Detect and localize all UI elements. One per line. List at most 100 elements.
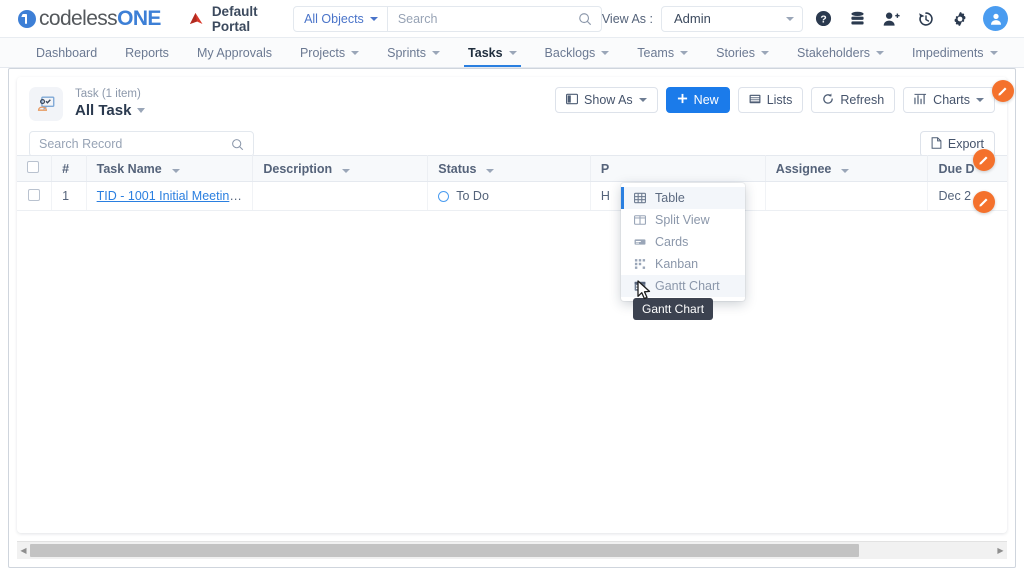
avatar[interactable]	[983, 6, 1008, 31]
edit-export-fab[interactable]	[973, 191, 995, 213]
scroll-left-arrow-icon[interactable]: ◀	[17, 547, 30, 555]
table-header-row: # Task Name Description Status P Assigne…	[17, 156, 1007, 182]
search-record-input[interactable]	[30, 132, 231, 156]
nav-item-user-profiles[interactable]: User Profiles	[1012, 38, 1024, 67]
sort-caret-icon[interactable]	[342, 169, 350, 173]
refresh-button[interactable]: Refresh	[811, 87, 895, 113]
scrollbar-thumb[interactable]	[30, 544, 859, 557]
column-header-num[interactable]: #	[52, 156, 87, 182]
chevron-down-icon	[351, 51, 359, 55]
scrollbar-track[interactable]	[30, 544, 994, 557]
task-table-wrap[interactable]: # Task Name Description Status P Assigne…	[17, 155, 1007, 533]
history-icon[interactable]	[912, 5, 939, 32]
chevron-down-icon	[370, 17, 378, 21]
col-label: Assignee	[776, 162, 832, 176]
edit-page-fab[interactable]	[992, 80, 1014, 102]
row-number: 1	[52, 182, 87, 211]
chevron-down-icon	[509, 51, 517, 55]
help-icon[interactable]: ?	[810, 5, 837, 32]
nav-item-dashboard[interactable]: Dashboard	[22, 38, 111, 67]
edit-card-fab[interactable]	[973, 149, 995, 171]
main-navigation: Dashboard Reports My Approvals Projects …	[0, 38, 1024, 68]
card-title-block: Task (1 item) All Task	[75, 87, 145, 120]
row-task-name-cell: TID - 1001 Initial Meeting wit...	[86, 182, 253, 211]
table-row[interactable]: 1 TID - 1001 Initial Meeting wit... To D…	[17, 182, 1007, 211]
plus-icon	[677, 93, 688, 107]
row-description	[253, 182, 428, 211]
nav-item-tasks[interactable]: Tasks	[454, 38, 531, 67]
gear-icon[interactable]	[946, 5, 973, 32]
task-name-link[interactable]: TID - 1001 Initial Meeting wit...	[97, 189, 253, 203]
status-badge: To Do	[456, 189, 489, 203]
lists-label: Lists	[767, 93, 793, 107]
menu-item-label: Table	[655, 191, 685, 205]
nav-label: Backlogs	[545, 46, 596, 60]
view-as-select[interactable]: Admin	[661, 6, 803, 32]
global-search: All Objects	[293, 6, 602, 32]
nav-item-projects[interactable]: Projects	[286, 38, 373, 67]
svg-text:?: ?	[820, 14, 826, 25]
sort-caret-icon[interactable]	[841, 169, 849, 173]
sort-caret-icon[interactable]	[486, 169, 494, 173]
export-label: Export	[948, 137, 984, 151]
sort-caret-icon[interactable]	[172, 169, 180, 173]
menu-item-kanban[interactable]: Kanban	[621, 253, 745, 275]
nav-item-backlogs[interactable]: Backlogs	[531, 38, 624, 67]
chevron-down-icon	[876, 51, 884, 55]
status-circle-icon	[438, 191, 449, 202]
nav-item-impediments[interactable]: Impediments	[898, 38, 1012, 67]
card-header: Task (1 item) All Task Show As	[17, 77, 1007, 121]
portal-selector[interactable]: Default Portal	[187, 4, 259, 34]
topbar-right: View As : Admin ?	[602, 5, 1012, 32]
menu-item-cards[interactable]: Cards	[621, 231, 745, 253]
portal-triangle-icon	[187, 12, 204, 26]
column-header-assignee[interactable]: Assignee	[765, 156, 928, 182]
menu-item-split-view[interactable]: Split View	[621, 209, 745, 231]
nav-label: Stakeholders	[797, 46, 870, 60]
logo-text-codeless: codeless	[39, 7, 117, 30]
view-as-value: Admin	[674, 11, 711, 26]
column-header-status[interactable]: Status	[428, 156, 591, 182]
nav-item-reports[interactable]: Reports	[111, 38, 183, 67]
nav-label: Projects	[300, 46, 345, 60]
scroll-right-arrow-icon[interactable]: ▶	[994, 547, 1007, 555]
nav-item-sprints[interactable]: Sprints	[373, 38, 454, 67]
nav-item-stories[interactable]: Stories	[702, 38, 783, 67]
chevron-down-icon	[639, 98, 647, 102]
database-icon[interactable]	[844, 5, 871, 32]
select-all-checkbox[interactable]	[27, 161, 39, 173]
column-header-priority[interactable]: P	[590, 156, 765, 182]
card-subheader: Export	[17, 121, 1007, 157]
horizontal-scrollbar[interactable]: ◀ ▶	[17, 541, 1007, 559]
object-filter-dropdown[interactable]: All Objects	[294, 7, 388, 31]
search-icon[interactable]	[569, 12, 601, 26]
view-selector[interactable]: All Task	[75, 101, 145, 120]
app-logo[interactable]: codelessONE	[18, 7, 161, 31]
column-header-due-date[interactable]: Due D	[928, 156, 1007, 182]
chevron-down-icon	[601, 51, 609, 55]
charts-button[interactable]: Charts	[903, 87, 995, 113]
search-input[interactable]	[388, 7, 569, 31]
search-record-field	[29, 131, 254, 157]
top-bar: codelessONE Default Portal All Objects V…	[0, 0, 1024, 38]
row-checkbox[interactable]	[28, 189, 40, 201]
select-all-header	[17, 156, 52, 182]
add-user-icon[interactable]	[878, 5, 905, 32]
chevron-down-icon	[432, 51, 440, 55]
lists-button[interactable]: Lists	[738, 87, 804, 113]
nav-item-my-approvals[interactable]: My Approvals	[183, 38, 286, 67]
nav-item-stakeholders[interactable]: Stakeholders	[783, 38, 898, 67]
show-as-button[interactable]: Show As	[555, 87, 658, 113]
col-label: Description	[263, 162, 332, 176]
menu-item-table[interactable]: Table	[621, 187, 745, 209]
column-header-task-name[interactable]: Task Name	[86, 156, 253, 182]
nav-label: Teams	[637, 46, 674, 60]
chevron-down-icon	[680, 51, 688, 55]
refresh-label: Refresh	[840, 93, 884, 107]
object-filter-label: All Objects	[304, 12, 364, 26]
new-button[interactable]: New	[666, 87, 730, 113]
split-view-icon	[633, 214, 646, 227]
column-header-description[interactable]: Description	[253, 156, 428, 182]
nav-item-teams[interactable]: Teams	[623, 38, 702, 67]
search-icon[interactable]	[231, 138, 253, 151]
